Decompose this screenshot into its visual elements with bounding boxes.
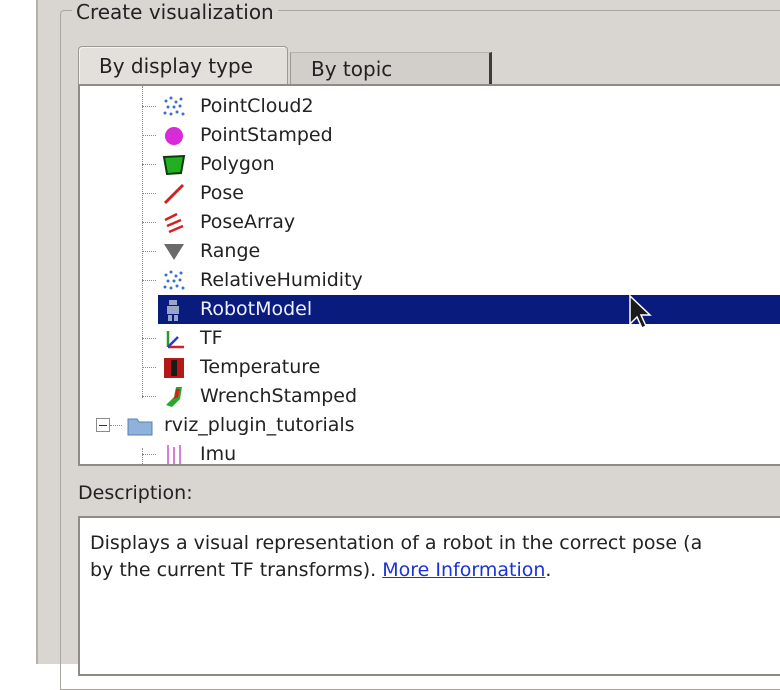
list-item-label: WrenchStamped bbox=[200, 385, 358, 407]
description-box: Displays a visual representation of a ro… bbox=[78, 516, 780, 676]
wrench-icon bbox=[166, 387, 182, 407]
imu-icon bbox=[167, 445, 181, 464]
pointcloud-icon bbox=[163, 96, 185, 116]
tab-by-display-type[interactable]: By display type bbox=[78, 46, 288, 84]
tree-branch bbox=[142, 280, 156, 281]
list-item-tf[interactable]: TF bbox=[80, 324, 780, 353]
posearray-icon bbox=[164, 212, 184, 234]
list-item-pointstamped[interactable]: PointStamped bbox=[80, 121, 780, 150]
list-item-label: RobotModel bbox=[200, 298, 313, 320]
tree-branch bbox=[142, 251, 156, 252]
list-item-range[interactable]: Range bbox=[80, 237, 780, 266]
list-item-robotmodel[interactable]: RobotModel bbox=[80, 295, 780, 324]
tab-by-topic[interactable]: By topic bbox=[290, 52, 492, 84]
description-text: by the current TF transforms). bbox=[90, 559, 377, 581]
description-text-suffix: . bbox=[545, 559, 552, 581]
list-item-relativehumidity[interactable]: RelativeHumidity bbox=[80, 266, 780, 295]
display-type-tree[interactable]: PointCloud2 PointStamped Polygon Pose Po bbox=[78, 84, 780, 466]
description-text-line2: by the current TF transforms). More Info… bbox=[90, 557, 780, 584]
tree-branch bbox=[110, 425, 122, 426]
tree-branch bbox=[142, 135, 156, 136]
list-item-label: PoseArray bbox=[200, 211, 296, 233]
polygon-icon bbox=[162, 154, 186, 176]
folder-rviz-plugin-tutorials[interactable]: rviz_plugin_tutorials bbox=[80, 411, 780, 440]
pose-icon bbox=[163, 183, 185, 205]
list-item-posearray[interactable]: PoseArray bbox=[80, 208, 780, 237]
tree-branch bbox=[142, 338, 156, 339]
list-item-label: PointCloud2 bbox=[200, 95, 314, 117]
description-text-line1: Displays a visual representation of a ro… bbox=[90, 532, 703, 554]
tree-branch bbox=[142, 396, 156, 397]
list-item-pointcloud2[interactable]: PointCloud2 bbox=[80, 92, 780, 121]
more-information-link[interactable]: More Information bbox=[382, 559, 545, 581]
list-item-label: Range bbox=[200, 240, 261, 262]
tree-branch bbox=[142, 106, 156, 107]
list-item-imu[interactable]: Imu bbox=[80, 440, 780, 465]
tree-branch bbox=[142, 454, 156, 455]
tf-icon bbox=[166, 331, 184, 349]
list-item-label: PointStamped bbox=[200, 124, 333, 146]
temperature-icon bbox=[164, 358, 184, 378]
pointcloud-icon bbox=[163, 270, 185, 290]
list-item-pose[interactable]: Pose bbox=[80, 179, 780, 208]
list-item-temperature[interactable]: Temperature bbox=[80, 353, 780, 382]
list-item-label: TF bbox=[200, 327, 223, 349]
list-item-label: Polygon bbox=[200, 153, 275, 175]
tree-branch bbox=[142, 367, 156, 368]
description-label: Description: bbox=[78, 482, 193, 504]
point-icon bbox=[165, 127, 183, 145]
collapse-toggle[interactable] bbox=[96, 418, 110, 432]
list-item-label: Temperature bbox=[200, 356, 321, 378]
list-item-wrenchstamped[interactable]: WrenchStamped bbox=[80, 382, 780, 411]
range-icon bbox=[164, 244, 184, 260]
list-item-label: Pose bbox=[200, 182, 244, 204]
robot-icon bbox=[167, 300, 179, 321]
list-item-label: RelativeHumidity bbox=[200, 269, 363, 291]
mouse-cursor-icon bbox=[629, 294, 652, 330]
folder-label: rviz_plugin_tutorials bbox=[164, 414, 355, 436]
list-item-polygon[interactable]: Polygon bbox=[80, 150, 780, 179]
folder-icon bbox=[127, 418, 153, 436]
tree-branch bbox=[142, 222, 156, 223]
tree-branch bbox=[142, 193, 156, 194]
tree-branch bbox=[142, 164, 156, 165]
list-item-label: Imu bbox=[200, 443, 237, 465]
group-title: Create visualization bbox=[72, 0, 278, 24]
